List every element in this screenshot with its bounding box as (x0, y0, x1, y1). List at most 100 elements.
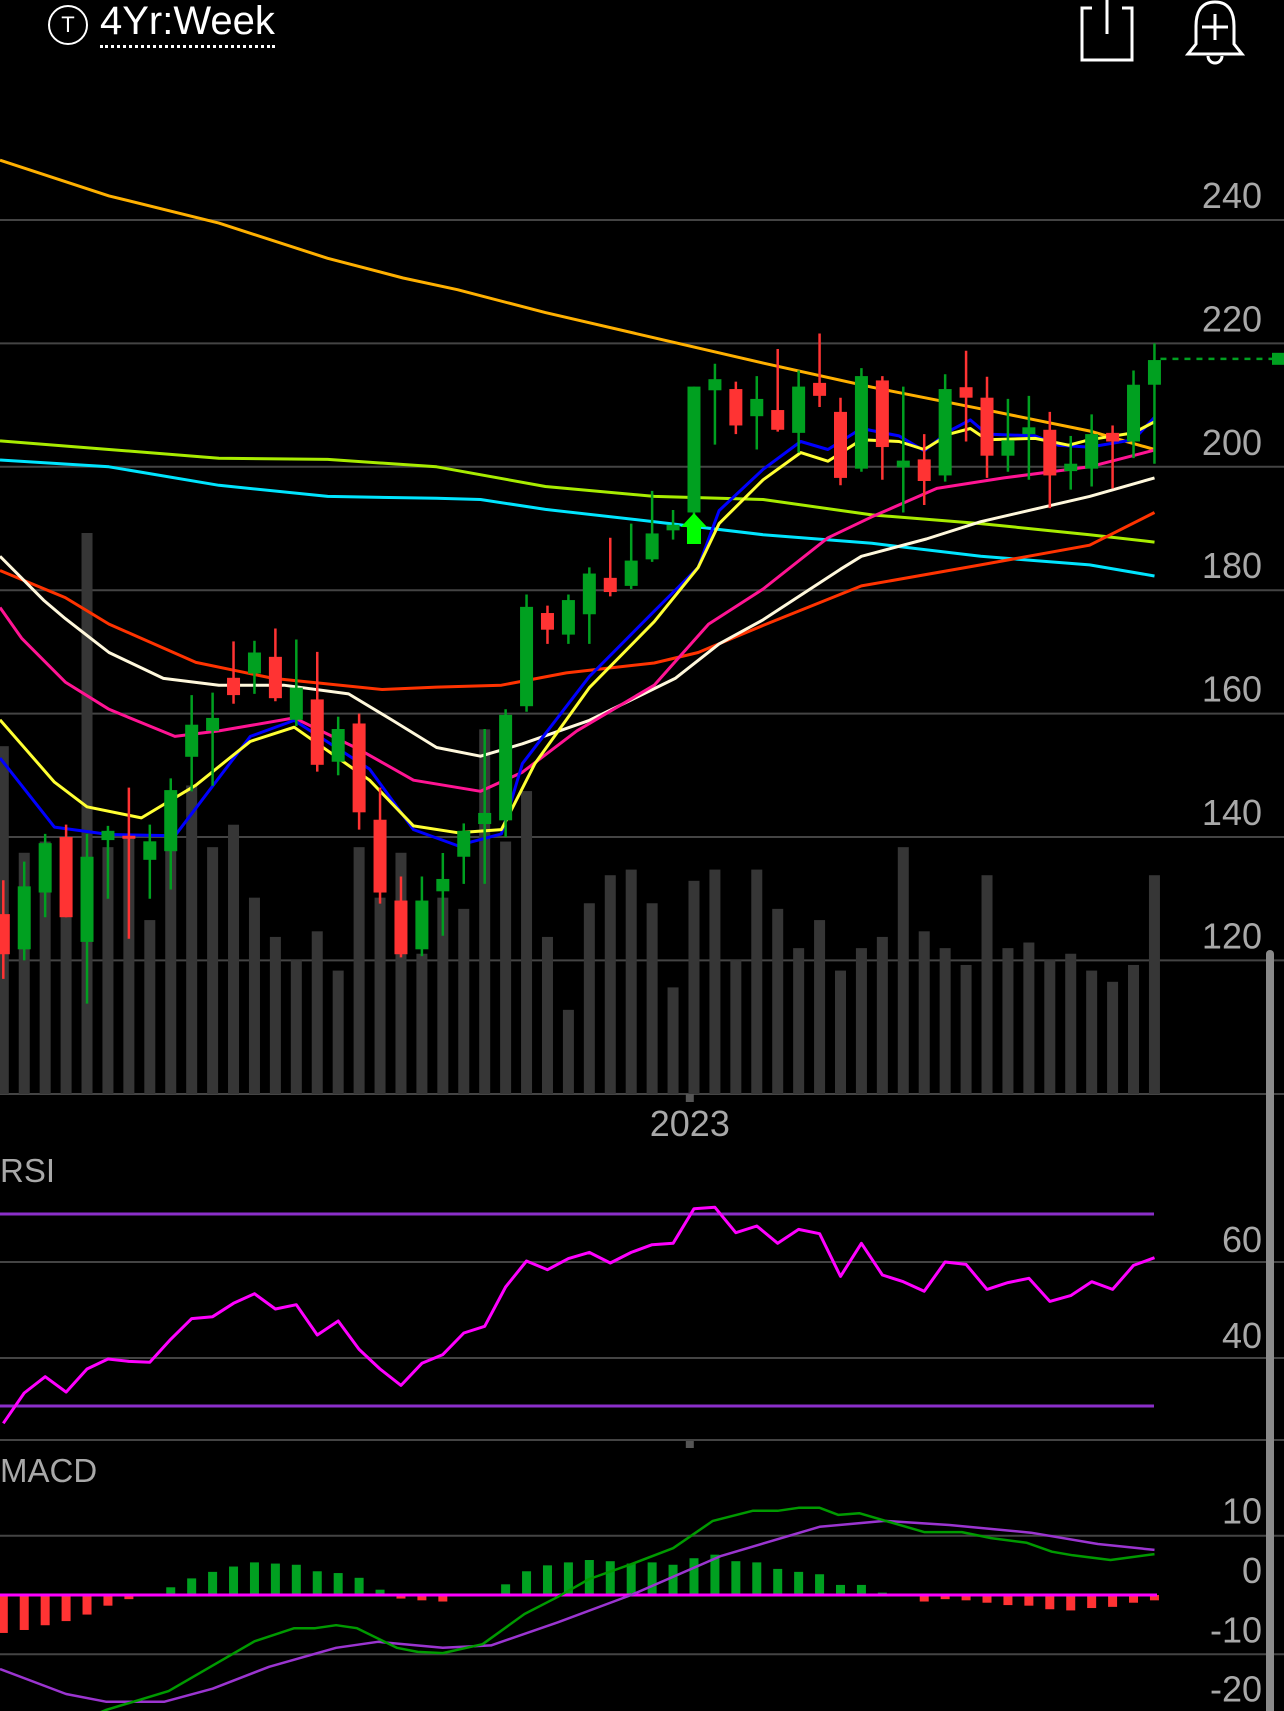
candle-down[interactable] (959, 387, 973, 398)
candle-down[interactable] (771, 410, 785, 430)
candle-up[interactable] (247, 652, 261, 674)
candle-up[interactable] (143, 841, 157, 860)
candle-up[interactable] (499, 714, 513, 821)
candle-up[interactable] (415, 900, 429, 950)
candle-up[interactable] (331, 729, 345, 762)
candle-up[interactable] (687, 386, 701, 513)
macd-histogram-bar (19, 1595, 29, 1630)
candle-down[interactable] (227, 677, 241, 696)
candle-up[interactable] (1127, 384, 1141, 442)
volume-bar (353, 847, 365, 1094)
volume-bar (186, 785, 198, 1094)
volume-bar (604, 875, 616, 1094)
candle-down[interactable] (59, 837, 73, 918)
candle-up[interactable] (666, 524, 680, 531)
candle-up[interactable] (206, 717, 220, 731)
stock-chart[interactable]: 240 220 200 180 160 140 120 2023 RSI 60 40 MACD 10 0 -… (0, 0, 1284, 1711)
candle-up[interactable] (289, 687, 303, 720)
volume-bar (667, 987, 679, 1094)
volume-bar (625, 869, 637, 1094)
candle-down[interactable] (268, 656, 282, 699)
scrollbar[interactable] (1266, 950, 1274, 1711)
volume-bar (835, 970, 846, 1094)
volume-bar (1148, 875, 1160, 1094)
price-axis-label: 200 (1202, 422, 1262, 463)
candle-up[interactable] (750, 398, 764, 417)
candle-up[interactable] (17, 886, 31, 950)
price-axis-label: 140 (1202, 792, 1262, 833)
candle-down[interactable] (813, 382, 827, 396)
macd-histogram-bar (1087, 1595, 1097, 1609)
rsi-panel-label: RSI (0, 1152, 55, 1189)
candle-down[interactable] (373, 819, 387, 893)
candle-up[interactable] (164, 790, 178, 852)
candle-down[interactable] (0, 914, 10, 955)
candle-down[interactable] (729, 389, 743, 426)
period-selector[interactable]: T 4Yr:Week (48, 0, 275, 52)
volume-bar (1023, 942, 1035, 1094)
volume-bar (458, 908, 470, 1094)
candle-up[interactable] (896, 460, 910, 468)
candle-down[interactable] (352, 723, 366, 813)
candle-up[interactable] (1064, 463, 1078, 472)
candle-down[interactable] (917, 459, 931, 481)
candle-up[interactable] (582, 573, 596, 615)
macd-histogram-bar (40, 1595, 50, 1626)
macd-histogram-bar (794, 1571, 804, 1595)
volume-bar (793, 948, 805, 1094)
macd-histogram-bar (0, 1595, 8, 1633)
candle-up[interactable] (80, 856, 94, 942)
price-axis-label: 120 (1202, 915, 1262, 956)
candle-down[interactable] (394, 900, 408, 955)
volume-bar (1002, 948, 1014, 1094)
candle-up[interactable] (624, 560, 638, 586)
macd-histogram-bar (229, 1566, 239, 1595)
candle-up[interactable] (478, 812, 492, 825)
period-label[interactable]: 4Yr:Week (100, 0, 275, 48)
volume-bar (248, 897, 260, 1094)
candle-up[interactable] (938, 389, 952, 476)
share-button[interactable] (1078, 0, 1136, 69)
candle-up[interactable] (101, 830, 115, 841)
candle-up[interactable] (1022, 427, 1036, 435)
candle-up[interactable] (457, 830, 471, 857)
x-axis-label: 2023 (650, 1103, 730, 1144)
candle-down[interactable] (834, 411, 847, 478)
candle-up[interactable] (792, 386, 806, 433)
volume-bar (709, 869, 721, 1094)
candle-up[interactable] (708, 379, 722, 391)
candle-up[interactable] (1001, 440, 1015, 456)
macd-line (100, 1506, 1155, 1711)
price-axis-label: 240 (1202, 175, 1262, 216)
candle-up[interactable] (520, 606, 534, 707)
add-alert-button[interactable] (1182, 0, 1248, 71)
candle-down[interactable] (980, 397, 994, 456)
candle-down[interactable] (875, 380, 889, 448)
volume-bar (981, 875, 993, 1094)
candle-up[interactable] (854, 376, 868, 469)
macd-histogram-bar (542, 1565, 552, 1595)
volume-bar (228, 824, 240, 1094)
macd-histogram-bar (1108, 1595, 1118, 1607)
candle-up[interactable] (1085, 434, 1099, 469)
candle-down[interactable] (540, 613, 554, 630)
volume-bar (688, 880, 700, 1094)
candle-up[interactable] (185, 724, 199, 757)
macd-histogram-bar (333, 1573, 343, 1595)
volume-bar (646, 903, 658, 1094)
candle-up[interactable] (436, 878, 450, 892)
candle-down[interactable] (603, 577, 617, 593)
volume-bar (541, 936, 553, 1094)
candle-up[interactable] (645, 533, 659, 560)
macd-histogram-bar (689, 1558, 699, 1595)
volume-bar (374, 897, 386, 1094)
candle-down[interactable] (122, 835, 136, 839)
candle-down[interactable] (1106, 432, 1120, 442)
candle-up[interactable] (38, 843, 52, 893)
candle-up[interactable] (561, 600, 575, 635)
candle-down[interactable] (310, 699, 324, 765)
macd-axis-label: -20 (1210, 1669, 1262, 1710)
candle-up[interactable] (1147, 360, 1161, 385)
macd-axis-label: 0 (1242, 1550, 1262, 1591)
candle-down[interactable] (1043, 429, 1057, 476)
